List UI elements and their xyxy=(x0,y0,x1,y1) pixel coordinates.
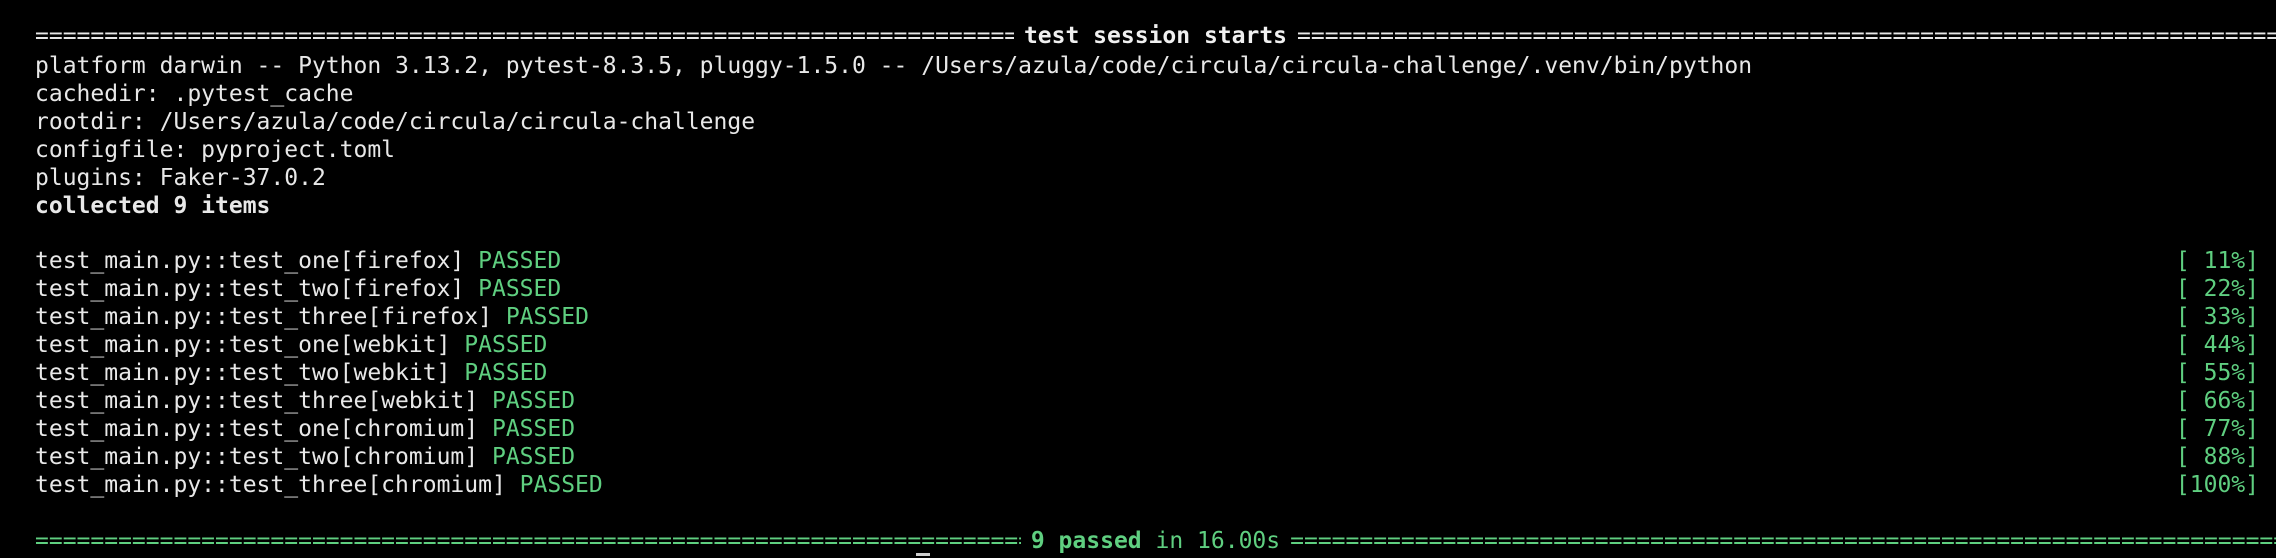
test-progress: [ 88%] xyxy=(2175,444,2259,470)
test-progress: [ 44%] xyxy=(2175,332,2259,358)
passed-count: 9 passed xyxy=(1030,528,1142,554)
test-progress: [ 55%] xyxy=(2175,360,2259,386)
rootdir-line: rootdir: /Users/azula/code/circula/circu… xyxy=(35,109,756,135)
summary-rule-right: ========================================… xyxy=(1290,528,2276,554)
test-status: PASSED xyxy=(491,416,576,442)
test-row: test_main.py::test_three[chromium] PASSE… xyxy=(35,471,2259,499)
test-row: test_main.py::test_two[chromium] PASSED … xyxy=(35,443,2259,471)
banner-rule-right: ========================================… xyxy=(1297,23,2276,49)
summary-banner: ========================================… xyxy=(35,527,2276,555)
test-name: test_main.py::test_three[webkit] xyxy=(35,388,479,414)
test-status: PASSED xyxy=(505,304,589,330)
session-title: test session starts xyxy=(1023,23,1288,49)
test-status: PASSED xyxy=(464,360,548,386)
test-status: PASSED xyxy=(519,472,603,498)
test-status: PASSED xyxy=(491,444,576,470)
test-progress: [ 33%] xyxy=(2175,304,2259,330)
session-start-banner: ========================================… xyxy=(35,22,2276,50)
test-name: test_main.py::test_three[chromium] xyxy=(35,472,506,498)
test-name: test_main.py::test_two[chromium] xyxy=(35,444,479,470)
duration: in 16.00s xyxy=(1155,528,1281,554)
test-progress: [ 11%] xyxy=(2175,248,2259,274)
plugins-line: plugins: Faker-37.0.2 xyxy=(35,165,326,191)
test-progress: [ 77%] xyxy=(2175,416,2259,442)
test-row: test_main.py::test_one[webkit] PASSED [ … xyxy=(35,331,2259,359)
test-name: test_main.py::test_two[webkit] xyxy=(35,360,451,386)
test-status: PASSED xyxy=(478,248,562,274)
terminal-window[interactable]: ========================================… xyxy=(0,0,2276,558)
collected-line: collected 9 items xyxy=(35,193,271,219)
test-status: PASSED xyxy=(464,332,548,358)
test-name: test_main.py::test_one[chromium] xyxy=(35,416,479,442)
test-name: test_main.py::test_one[webkit] xyxy=(35,332,451,358)
test-row: test_main.py::test_one[chromium] PASSED … xyxy=(35,415,2259,443)
text-cursor xyxy=(916,553,930,556)
test-status: PASSED xyxy=(478,276,562,302)
banner-rule-left: ========================================… xyxy=(35,23,1014,49)
test-row: test_main.py::test_two[firefox] PASSED [… xyxy=(35,275,2259,303)
test-row: test_main.py::test_three[firefox] PASSED… xyxy=(35,303,2259,331)
test-progress: [ 22%] xyxy=(2175,276,2259,302)
configfile-line: configfile: pyproject.toml xyxy=(35,137,396,163)
test-status: PASSED xyxy=(491,388,576,414)
test-row: test_main.py::test_one[firefox] PASSED [… xyxy=(35,247,2259,275)
summary-rule-left: ========================================… xyxy=(35,528,1021,554)
cachedir-line: cachedir: .pytest_cache xyxy=(35,81,354,107)
test-name: test_main.py::test_two[firefox] xyxy=(35,276,465,302)
test-name: test_main.py::test_three[firefox] xyxy=(35,304,492,330)
platform-line: platform darwin -- Python 3.13.2, pytest… xyxy=(35,53,1753,79)
test-row: test_main.py::test_three[webkit] PASSED … xyxy=(35,387,2259,415)
test-progress: [100%] xyxy=(2175,472,2259,498)
test-name: test_main.py::test_one[firefox] xyxy=(35,248,465,274)
test-row: test_main.py::test_two[webkit] PASSED [ … xyxy=(35,359,2259,387)
test-progress: [ 66%] xyxy=(2175,388,2259,414)
